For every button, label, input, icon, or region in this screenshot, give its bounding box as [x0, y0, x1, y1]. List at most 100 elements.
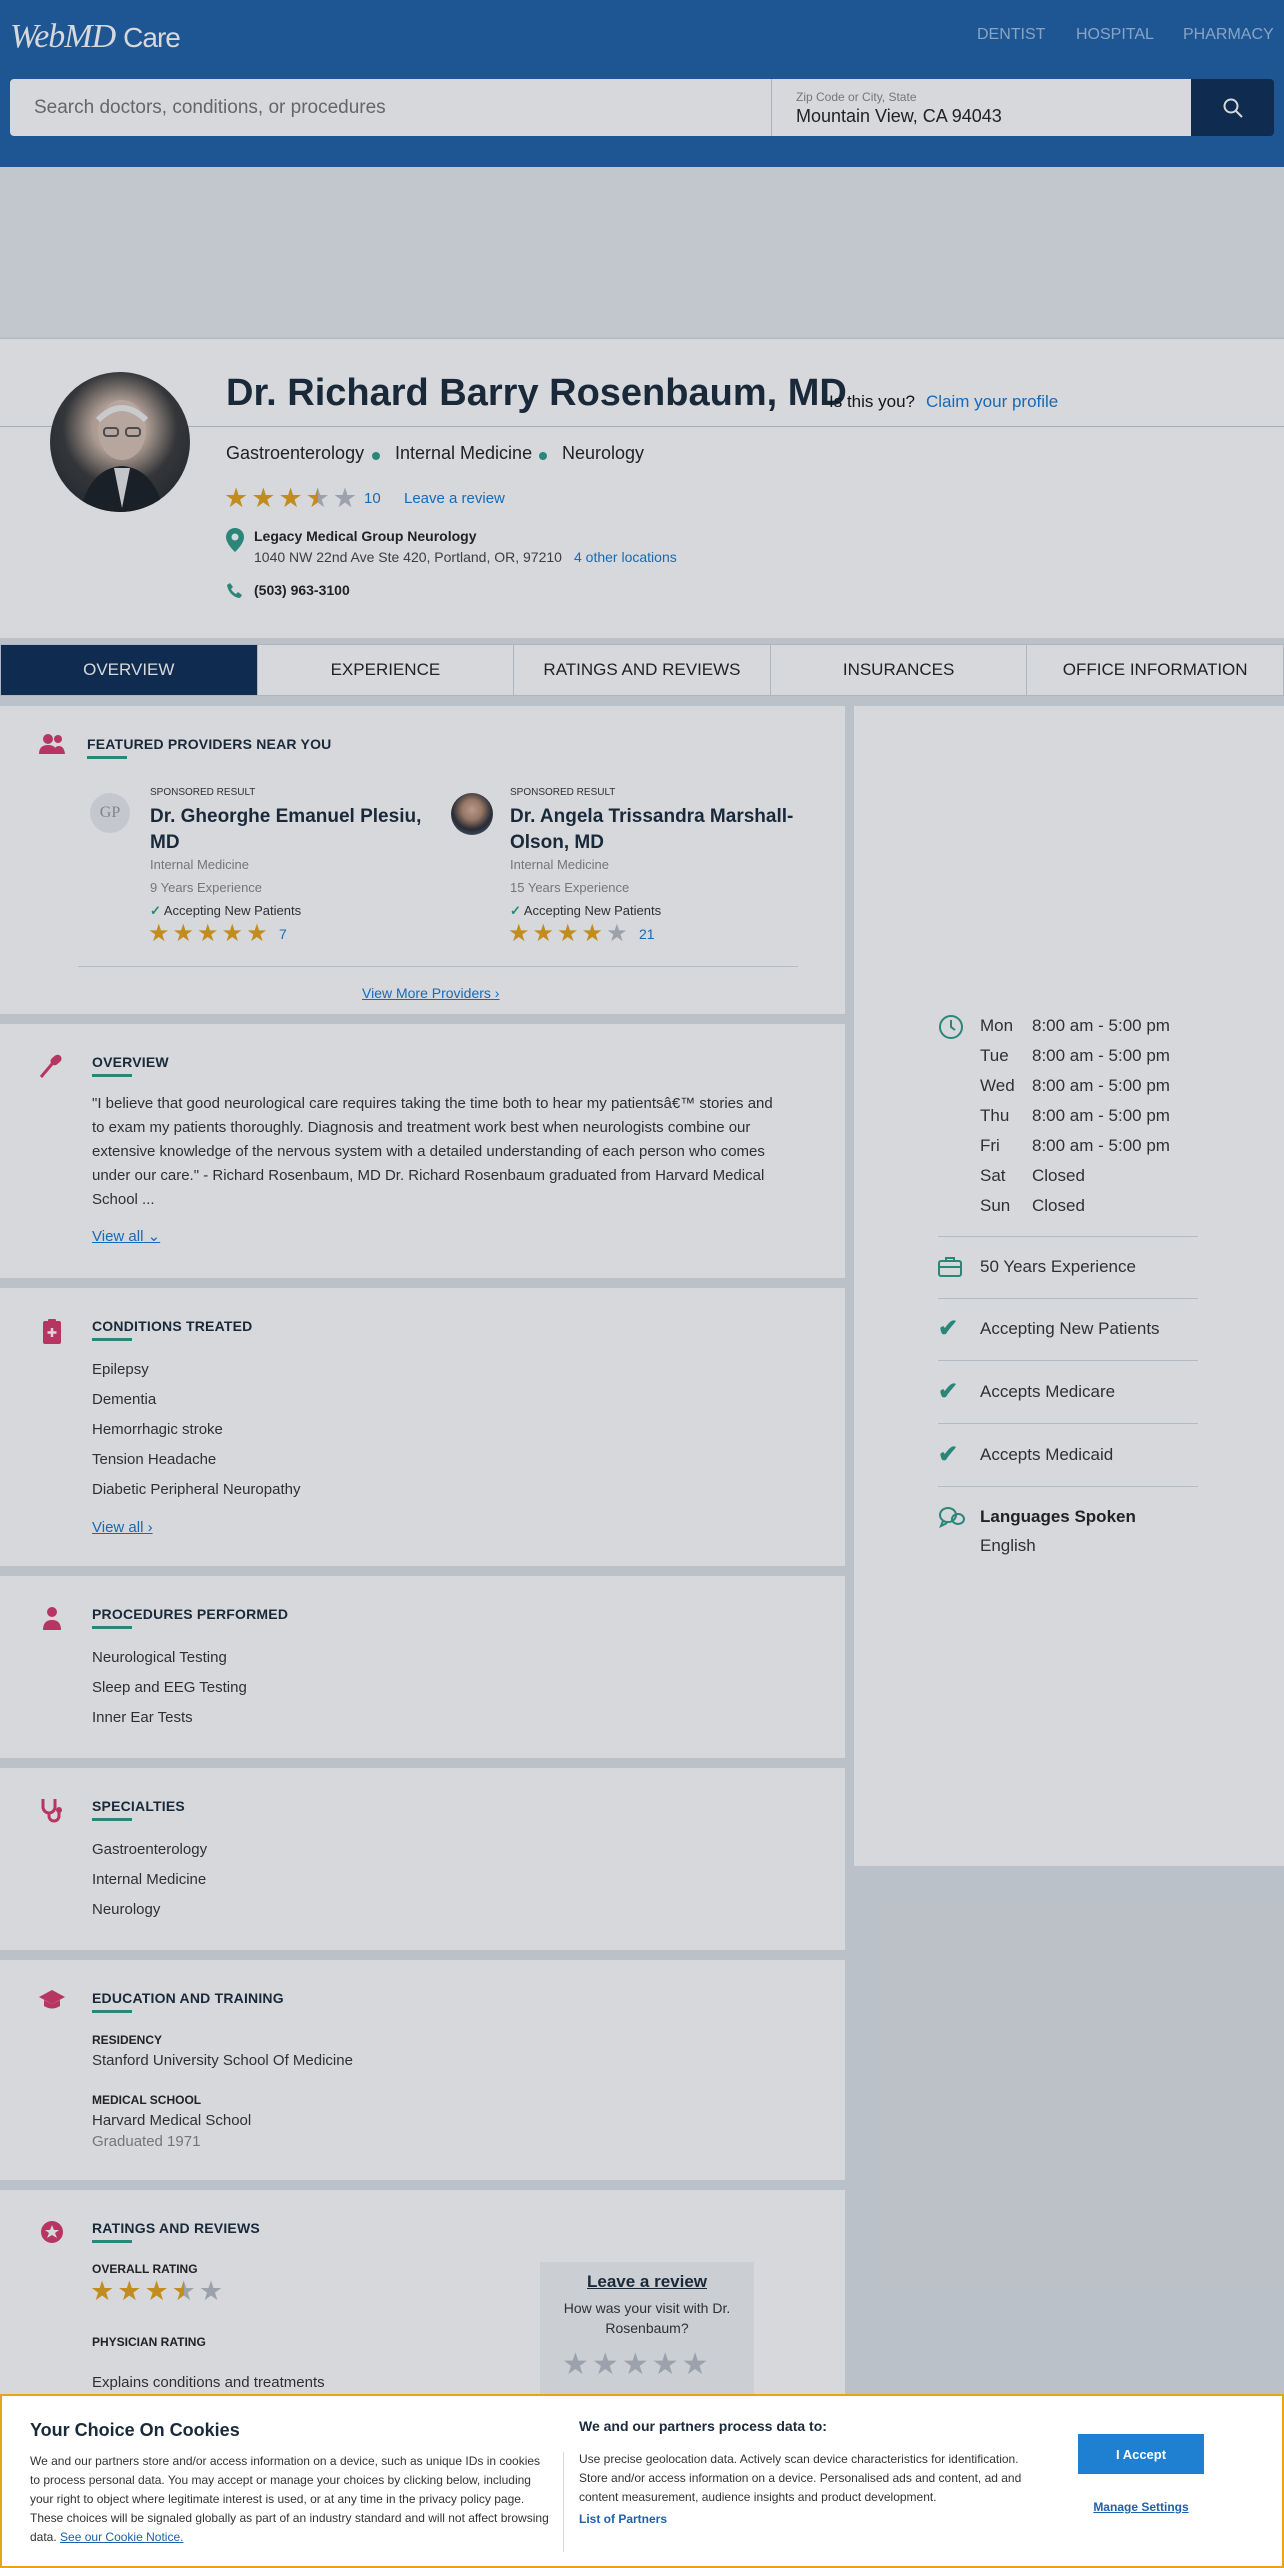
nav-hospital[interactable]: HOSPITAL: [1076, 26, 1154, 44]
search-button[interactable]: [1191, 79, 1274, 136]
leave-review-title-link[interactable]: Leave a review: [540, 2272, 754, 2292]
check-icon: ✓: [150, 903, 161, 918]
star-icon: ★: [557, 920, 579, 947]
title-underline: [92, 1338, 132, 1341]
speech-bubbles-icon: [939, 1507, 965, 1529]
review-star-input[interactable]: ★ ★ ★ ★ ★: [562, 2350, 709, 2380]
other-locations-link[interactable]: 4 other locations: [574, 549, 677, 565]
title-underline: [87, 756, 127, 759]
briefcase-icon: [938, 1257, 962, 1277]
star-icon: ★: [144, 2276, 169, 2306]
condition-item: Epilepsy: [92, 1361, 149, 1378]
hours-time: Closed: [1032, 1196, 1085, 1215]
procedure-item: Inner Ear Tests: [92, 1709, 193, 1726]
clock-icon: [939, 1015, 963, 1039]
conditions-view-all-link[interactable]: View all ›: [92, 1519, 153, 1536]
condition-item: Hemorrhagic stroke: [92, 1421, 223, 1438]
star-empty-icon[interactable]: ★: [562, 2350, 589, 2380]
specialty-item: Internal Medicine: [92, 1871, 207, 1888]
provider-name-link[interactable]: Dr. Gheorghe Emanuel Plesiu, MD: [150, 804, 430, 856]
hours-day: Sat: [980, 1166, 1006, 1185]
hours-day: Fri: [980, 1136, 1000, 1155]
physician-rating-label: PHYSICIAN RATING: [92, 2335, 206, 2349]
doctor-name: Dr. Richard Barry Rosenbaum, MD: [226, 372, 847, 414]
title-underline: [92, 1074, 132, 1077]
people-icon: [39, 734, 65, 754]
search-input[interactable]: [10, 79, 771, 136]
hours-day: Tue: [980, 1046, 1009, 1065]
webmd-logo[interactable]: WebMD Care: [10, 18, 181, 56]
tab-overview[interactable]: OVERVIEW: [1, 645, 258, 695]
tab-ratings-and-reviews[interactable]: RATINGS AND REVIEWS: [514, 645, 771, 695]
star-half-icon: ★: [305, 483, 330, 513]
section-title: PROCEDURES PERFORMED: [92, 1606, 289, 1622]
star-empty-icon[interactable]: ★: [682, 2350, 709, 2380]
location-name: Legacy Medical Group Neurology: [254, 528, 477, 544]
leave-review-question: How was your visit with Dr. Rosenbaum?: [563, 2300, 731, 2336]
section-title: SPECIALTIES: [92, 1798, 185, 1814]
doctor-photo: [80, 400, 164, 512]
overview-text: "I believe that good neurological care r…: [92, 1095, 773, 1208]
separator-dot: [539, 452, 547, 460]
accept-cookies-button[interactable]: I Accept: [1078, 2434, 1204, 2474]
overview-section: OVERVIEW "I believe that good neurologic…: [0, 1024, 845, 1278]
star-empty-icon[interactable]: ★: [622, 2350, 649, 2380]
list-of-partners-link[interactable]: List of Partners: [579, 2512, 667, 2526]
hours-day: Thu: [980, 1106, 1010, 1125]
divider: [938, 1486, 1198, 1487]
star-icon: ★: [148, 920, 170, 947]
overall-rating-stars: ★ ★ ★ ★ ★: [90, 2278, 223, 2305]
star-icon: ★: [532, 920, 555, 947]
star-icon: ★: [224, 483, 249, 513]
overview-view-all-link[interactable]: View all ⌄: [92, 1227, 160, 1245]
phone-link[interactable]: (503) 963-3100: [254, 582, 350, 598]
cookie-body: We and our partners store and/or access …: [30, 2452, 550, 2547]
divider: [938, 1298, 1198, 1299]
featured-providers-section: FEATURED PROVIDERS NEAR YOU: [0, 706, 845, 1014]
accepting-new-patients: Accepting New Patients: [980, 1319, 1160, 1338]
tab-office-information[interactable]: OFFICE INFORMATION: [1027, 645, 1283, 695]
provider-avatar-photo: [451, 793, 493, 835]
review-count-link[interactable]: 10: [364, 490, 381, 507]
star-empty-icon[interactable]: ★: [592, 2350, 619, 2380]
hours-time: Closed: [1032, 1166, 1085, 1185]
tab-experience[interactable]: EXPERIENCE: [258, 645, 515, 695]
nav-pharmacy[interactable]: PHARMACY: [1183, 26, 1274, 44]
section-title: OVERVIEW: [92, 1054, 169, 1070]
accepts-medicaid: Accepts Medicaid: [980, 1445, 1114, 1464]
tab-insurances[interactable]: INSURANCES: [771, 645, 1028, 695]
view-all-text: View all: [92, 1519, 144, 1536]
provider-accepting: ✓ Accepting New Patients: [510, 903, 661, 919]
claim-profile-link[interactable]: Claim your profile: [926, 392, 1058, 412]
specialty-item: Neurology: [92, 1901, 161, 1918]
specialty-2: Internal Medicine: [395, 443, 533, 463]
provider-review-count[interactable]: 7: [279, 926, 287, 942]
location-input[interactable]: [796, 106, 1176, 127]
provider-review-count[interactable]: 21: [639, 926, 655, 942]
star-icon: ★: [246, 920, 268, 947]
provider-experience: 9 Years Experience: [150, 880, 263, 895]
star-empty-icon: ★: [198, 2276, 224, 2306]
star-half-icon: ★: [171, 2276, 196, 2306]
cookie-notice-link[interactable]: See our Cookie Notice.: [60, 2530, 183, 2544]
leave-review-link[interactable]: Leave a review: [404, 490, 505, 507]
specialty-item: Gastroenterology: [92, 1841, 208, 1858]
hours-time: 8:00 am - 5:00 pm: [1032, 1106, 1170, 1125]
office-info-panel: [854, 706, 1284, 1866]
view-all-text: View all: [92, 1228, 144, 1245]
specialties-section: SPECIALTIES Gastroenterology Internal Me…: [0, 1768, 845, 1950]
view-more-providers-link[interactable]: View More Providers ›: [362, 985, 499, 1001]
nav-dentist[interactable]: DENTIST: [977, 26, 1045, 44]
check-icon: ✓: [510, 903, 521, 918]
hours-time: 8:00 am - 5:00 pm: [1032, 1076, 1170, 1095]
overall-rating-label: OVERALL RATING: [92, 2262, 198, 2276]
star-empty-icon: ★: [332, 483, 358, 513]
provider-name-link[interactable]: Dr. Angela Trissandra Marshall-Olson, MD: [510, 804, 810, 856]
logo-suffix: Care: [123, 22, 181, 53]
accepts-medicare: Accepts Medicare: [980, 1382, 1116, 1401]
provider-accepting: ✓ Accepting New Patients: [150, 903, 301, 919]
manage-settings-link[interactable]: Manage Settings: [1078, 2500, 1204, 2514]
star-empty-icon[interactable]: ★: [652, 2350, 679, 2380]
graduated-year: Graduated 1971: [92, 2133, 201, 2150]
hours-time: 8:00 am - 5:00 pm: [1032, 1046, 1170, 1065]
